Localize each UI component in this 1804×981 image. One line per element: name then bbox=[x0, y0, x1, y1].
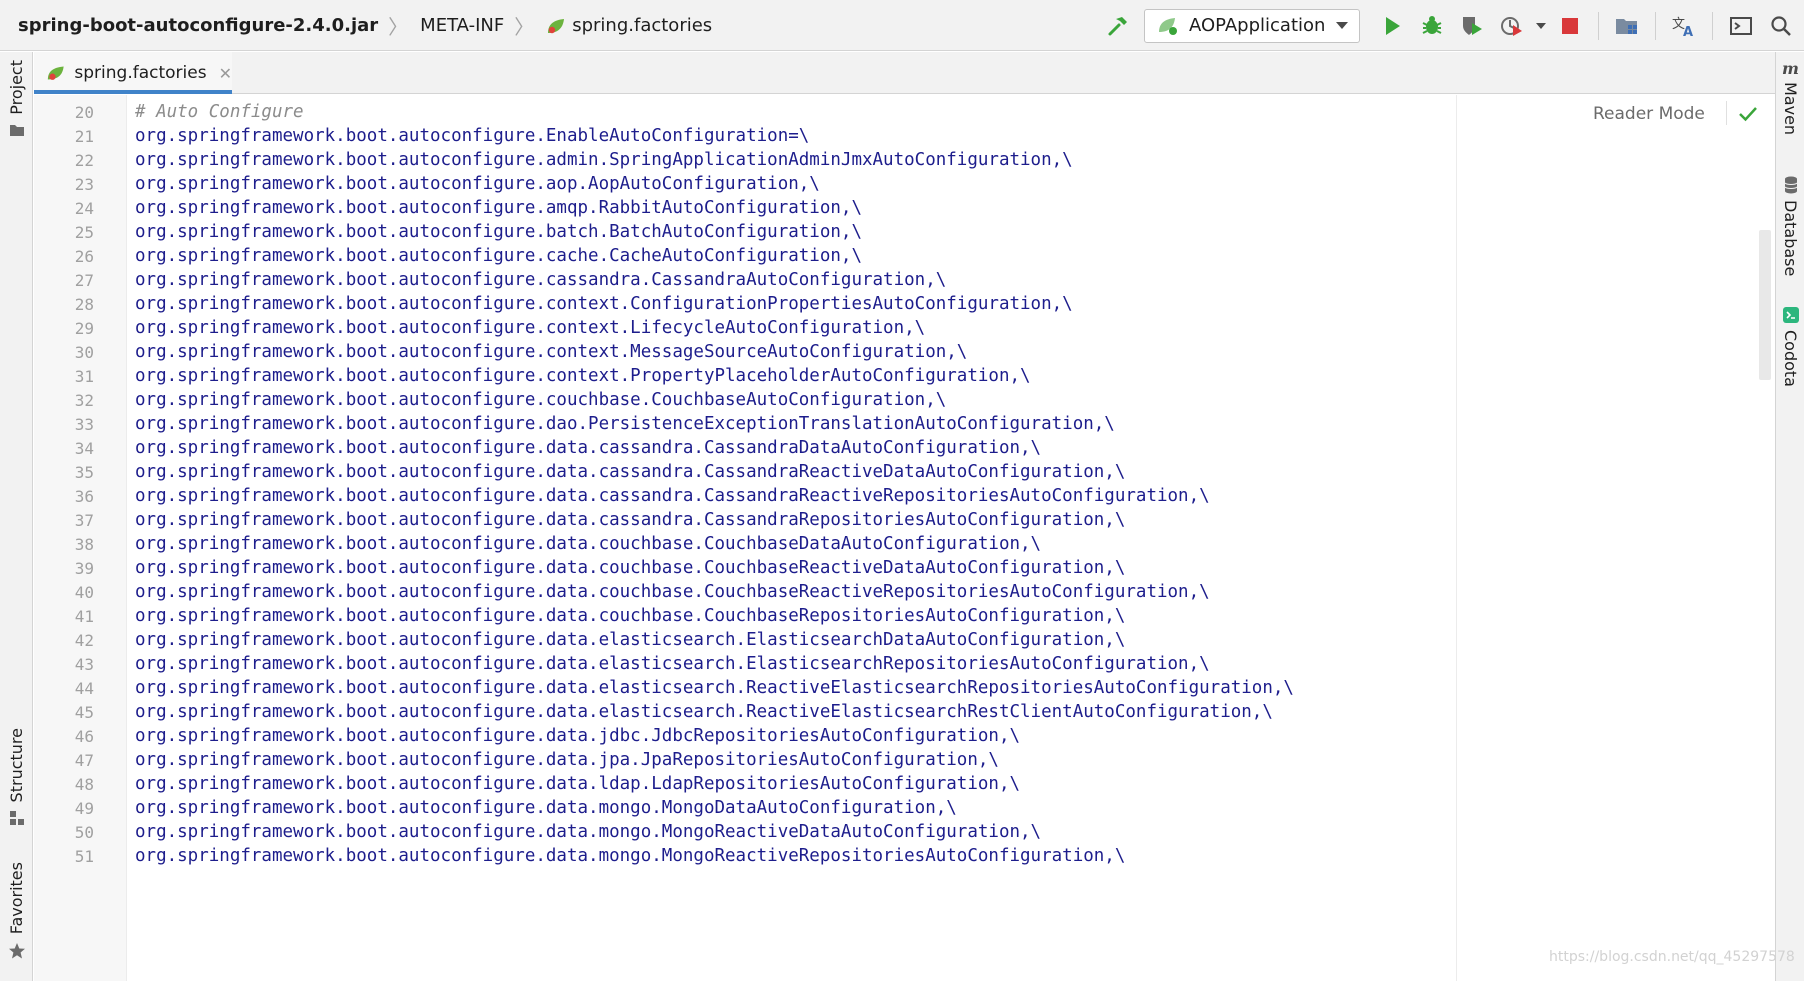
spring-boot-run-config-icon bbox=[1159, 17, 1177, 35]
breadcrumb: spring-boot-autoconfigure-2.4.0.jar 〉 ME… bbox=[18, 0, 712, 51]
codota-icon bbox=[1782, 307, 1799, 323]
reader-mode-toggle[interactable]: Reader Mode bbox=[1593, 104, 1705, 124]
translate-icon: 文A bbox=[1672, 17, 1693, 38]
right-margin-guide bbox=[1456, 95, 1457, 981]
line-number-gutter: 20 21 22 23 24 25 26 27 28 29 30 31 32 33 34 35 36 37 38 39… bbox=[34, 95, 127, 981]
vertical-scrollbar-thumb[interactable] bbox=[1759, 230, 1771, 380]
codota-tool-tab[interactable]: Codota bbox=[1776, 306, 1804, 387]
chevron-down-icon bbox=[1336, 21, 1348, 29]
breadcrumb-item-file[interactable]: spring.factories bbox=[546, 15, 712, 36]
stop-button[interactable] bbox=[1553, 9, 1587, 43]
hammer-icon bbox=[1108, 16, 1127, 35]
project-tool-label: Project bbox=[7, 60, 26, 115]
structure-icon bbox=[9, 811, 24, 826]
terminal-icon bbox=[1730, 16, 1752, 35]
profiler-icon bbox=[1501, 16, 1522, 36]
database-tool-label: Database bbox=[1781, 200, 1800, 277]
toolbar-separator bbox=[1655, 11, 1656, 40]
breadcrumb-item-meta-inf[interactable]: META-INF bbox=[420, 15, 504, 36]
breadcrumb-separator: 〉 bbox=[388, 15, 409, 39]
main-toolbar: AOPApplication 文A bbox=[1098, 0, 1804, 51]
database-icon bbox=[1784, 176, 1797, 194]
project-structure-button[interactable] bbox=[1610, 9, 1644, 43]
more-run-options-button[interactable] bbox=[1532, 9, 1550, 43]
maven-icon: m bbox=[1782, 60, 1799, 76]
run-with-coverage-button[interactable] bbox=[1455, 9, 1489, 43]
maven-tool-tab[interactable]: m Maven bbox=[1776, 60, 1804, 135]
run-configuration-label: AOPApplication bbox=[1189, 15, 1326, 36]
stop-icon bbox=[1562, 17, 1578, 34]
toolbar-separator bbox=[1712, 11, 1713, 40]
project-tool-tab[interactable]: Project bbox=[0, 60, 33, 137]
left-tool-strip: Project Structure Favorites bbox=[0, 52, 33, 981]
maven-tool-label: Maven bbox=[1781, 82, 1800, 136]
editor-tab-bar: spring.factories ✕ bbox=[34, 52, 1775, 94]
play-icon bbox=[1386, 16, 1400, 35]
spring-leaf-icon bbox=[546, 17, 566, 35]
codota-tool-label: Codota bbox=[1781, 330, 1800, 387]
run-button[interactable] bbox=[1375, 9, 1409, 43]
reader-mode-separator bbox=[1726, 101, 1727, 125]
svg-text:A: A bbox=[1683, 25, 1693, 38]
terminal-button[interactable] bbox=[1724, 9, 1758, 43]
svg-text:m: m bbox=[1782, 60, 1799, 76]
breadcrumb-separator: 〉 bbox=[514, 15, 535, 39]
spring-leaf-icon bbox=[47, 66, 64, 80]
translate-button[interactable]: 文A bbox=[1667, 9, 1701, 43]
navigation-bar: spring-boot-autoconfigure-2.4.0.jar 〉 ME… bbox=[0, 0, 1804, 51]
code-editor[interactable]: 20 21 22 23 24 25 26 27 28 29 30 31 32 33 34 35 36 37 38 39… bbox=[34, 95, 1795, 981]
editor-tab-label: spring.factories bbox=[74, 63, 207, 83]
line-number: 51 bbox=[74, 847, 94, 866]
shield-coverage-icon bbox=[1463, 16, 1482, 35]
chevron-down-icon bbox=[1536, 22, 1546, 29]
search-icon bbox=[1771, 15, 1791, 36]
active-tab-indicator bbox=[34, 90, 232, 94]
breadcrumb-item-file-label: spring.factories bbox=[572, 15, 713, 36]
structure-tool-tab[interactable]: Structure bbox=[0, 728, 33, 826]
close-tab-icon[interactable]: ✕ bbox=[219, 64, 232, 83]
folder-icon bbox=[9, 124, 24, 136]
breadcrumb-item-jar[interactable]: spring-boot-autoconfigure-2.4.0.jar bbox=[18, 15, 378, 36]
favorites-tool-tab[interactable]: Favorites bbox=[0, 862, 33, 960]
favorites-tool-label: Favorites bbox=[7, 862, 26, 935]
run-configuration-selector[interactable]: AOPApplication bbox=[1144, 8, 1360, 43]
toolbar-separator bbox=[1598, 11, 1599, 40]
database-tool-tab[interactable]: Database bbox=[1776, 176, 1804, 276]
star-icon bbox=[8, 943, 25, 959]
right-tool-strip: m Maven Database Codota bbox=[1775, 52, 1804, 981]
inspection-ok-check-icon[interactable] bbox=[1737, 103, 1759, 125]
folder-grid-icon bbox=[1616, 18, 1637, 34]
search-everywhere-button[interactable] bbox=[1764, 9, 1798, 43]
code-line[interactable]: org.springframework.boot.autoconfigure.d… bbox=[135, 843, 1125, 871]
build-button[interactable] bbox=[1101, 9, 1135, 43]
profile-button[interactable] bbox=[1495, 9, 1529, 43]
bug-icon bbox=[1422, 15, 1442, 34]
watermark: https://blog.csdn.net/qq_45297578 bbox=[1549, 949, 1795, 965]
editor-tab-spring-factories[interactable]: spring.factories ✕ bbox=[34, 52, 232, 94]
structure-tool-label: Structure bbox=[7, 728, 26, 803]
debug-button[interactable] bbox=[1415, 9, 1449, 43]
